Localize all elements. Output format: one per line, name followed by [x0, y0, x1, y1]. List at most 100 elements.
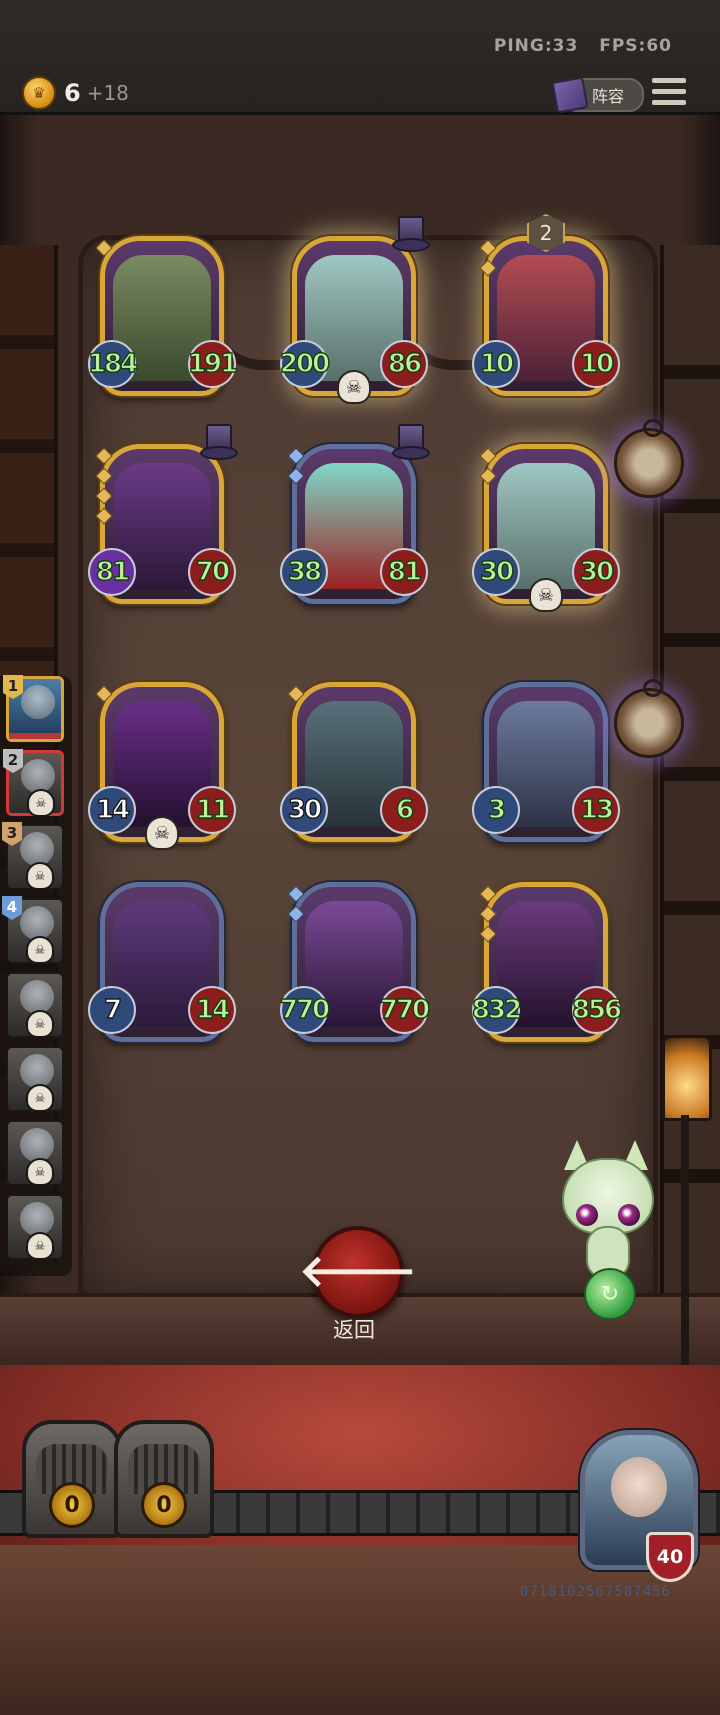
- minion-card[interactable]: 38 81: [280, 424, 430, 614]
- skull-icon: ☠: [337, 370, 371, 404]
- minion-card[interactable]: 3 13: [472, 682, 620, 852]
- minion-card[interactable]: 81 70: [88, 424, 238, 614]
- player-roster: 1 2 ☠ 3 ☠ 4 ☠ ☠ ☠ ☠ ☠: [0, 675, 72, 1276]
- hero-health-badge: 40: [646, 1532, 694, 1582]
- right-bookshelf: [660, 245, 720, 1325]
- minion-card[interactable]: 200 86 ☠: [279, 216, 430, 406]
- skull-icon: ☠: [26, 1158, 54, 1186]
- back-button[interactable]: 🡐: [299, 1226, 417, 1318]
- chest-count: 0: [49, 1482, 95, 1528]
- top-bar: PING:33 FPS:60 ♛ 6 +18 阵容: [0, 0, 720, 115]
- opponent-avatar: [20, 906, 54, 940]
- attack-stat: 3: [472, 786, 520, 834]
- skull-icon: ☠: [27, 789, 55, 817]
- attack-stat: 184: [87, 340, 139, 388]
- skull-icon: ☠: [26, 862, 54, 890]
- minion-card[interactable]: 30 30 ☠: [472, 444, 620, 614]
- top-hat-icon: [392, 424, 430, 460]
- book-icon: [551, 76, 589, 114]
- tier-pips: [95, 238, 113, 262]
- pet-cat[interactable]: ↻: [556, 1140, 656, 1320]
- attack-stat: 14: [88, 786, 136, 834]
- skull-icon: ☠: [26, 1232, 54, 1260]
- swirl-orb-icon[interactable]: ↻: [584, 1268, 636, 1320]
- health-stat: 11: [188, 786, 236, 834]
- minion-card[interactable]: 184 191: [87, 236, 239, 406]
- minion-card[interactable]: 2 10 10: [472, 214, 620, 406]
- lamp-icon: [662, 1035, 712, 1121]
- attack-stat: 38: [280, 548, 328, 596]
- minion-card[interactable]: 7 14: [88, 882, 236, 1052]
- tier-pips: [287, 446, 305, 490]
- back-label: 返回: [333, 1318, 375, 1342]
- pocket-watch-icon[interactable]: [614, 679, 684, 758]
- skull-icon: ☠: [26, 1010, 54, 1038]
- roster-slot[interactable]: 2 ☠: [3, 749, 64, 817]
- pocket-watch-icon[interactable]: [614, 419, 684, 498]
- attack-stat: 30: [280, 786, 328, 834]
- roster-slot[interactable]: 1: [3, 675, 64, 742]
- opponent-avatar: [21, 759, 55, 793]
- tier-pips: [287, 884, 305, 928]
- rank-badge: 4: [2, 896, 22, 920]
- skull-icon: ☠: [26, 936, 54, 964]
- health-bar: [9, 733, 61, 739]
- health-stat: 70: [188, 548, 236, 596]
- tier-pips: [95, 446, 113, 530]
- minion-card[interactable]: 770 770: [279, 882, 431, 1052]
- roster-slot[interactable]: ☠: [6, 972, 64, 1038]
- treasure-chest-left[interactable]: 0: [22, 1420, 122, 1538]
- minion-card[interactable]: 30 6: [280, 682, 428, 852]
- minion-card[interactable]: 14 11 ☠: [88, 682, 236, 852]
- opponent-avatar: [20, 832, 54, 866]
- lamp-pole: [681, 1115, 689, 1365]
- roster-slot[interactable]: 3 ☠: [2, 822, 64, 890]
- health-stat: 10: [572, 340, 620, 388]
- opponent-avatar: [20, 980, 54, 1014]
- health-stat: 81: [380, 548, 428, 596]
- rank-badge: 2: [3, 749, 23, 773]
- roster-slot[interactable]: 4 ☠: [2, 896, 64, 964]
- rank-badge: 3: [2, 822, 22, 846]
- tier-pips: [479, 446, 497, 490]
- health-stat: 13: [572, 786, 620, 834]
- health-stat: 14: [188, 986, 236, 1034]
- gold-coin-icon: ♛: [22, 76, 56, 110]
- health-stat: 30: [572, 548, 620, 596]
- pet-head: [562, 1158, 654, 1234]
- skull-icon: ☠: [145, 816, 179, 850]
- lineup-label: 阵容: [592, 87, 625, 106]
- skull-icon: ☠: [26, 1084, 54, 1112]
- attack-stat: 81: [88, 548, 136, 596]
- attack-stat: 200: [279, 340, 331, 388]
- attack-stat: 10: [472, 340, 520, 388]
- skull-icon: ☠: [529, 578, 563, 612]
- tier-pips: [287, 684, 305, 708]
- minion-card[interactable]: 832 856: [471, 882, 623, 1052]
- gold-amount: 6: [64, 79, 81, 107]
- top-hat-icon: [392, 216, 430, 252]
- back-arrow-icon: 🡐: [299, 1246, 417, 1297]
- treasure-chest-right[interactable]: 0: [114, 1420, 214, 1538]
- roster-slot[interactable]: ☠: [6, 1194, 64, 1260]
- roster-slot[interactable]: ☠: [6, 1120, 64, 1186]
- hero-face: [611, 1457, 667, 1517]
- tier-pips: [479, 238, 497, 282]
- tier-pips: [479, 884, 497, 948]
- rank-badge: 1: [3, 675, 23, 699]
- attack-stat: 832: [471, 986, 523, 1034]
- lineup-button[interactable]: 阵容: [551, 76, 644, 114]
- gold-display: ♛ 6 +18: [22, 76, 129, 110]
- attack-stat: 7: [88, 986, 136, 1034]
- fps-label: FPS:60: [599, 36, 672, 56]
- ping-label: PING:33: [493, 36, 579, 56]
- roster-slot[interactable]: ☠: [6, 1046, 64, 1112]
- health-stat: 86: [380, 340, 428, 388]
- menu-icon[interactable]: [652, 78, 686, 106]
- opponent-avatar: [20, 1054, 54, 1088]
- health-stat: 6: [380, 786, 428, 834]
- build-id: 0718102567587456: [520, 1584, 671, 1600]
- gold-income: +18: [86, 81, 129, 105]
- health-stat: 191: [187, 340, 239, 388]
- health-stat: 770: [379, 986, 431, 1034]
